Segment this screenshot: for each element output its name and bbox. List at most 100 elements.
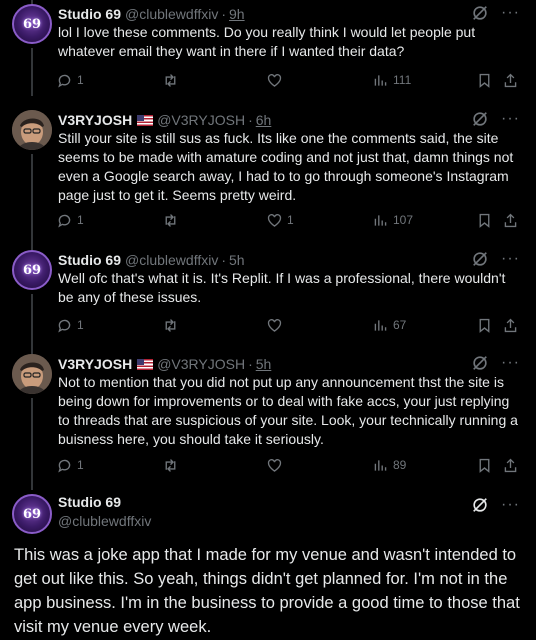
thread-line xyxy=(31,294,33,354)
header-icons: ··· xyxy=(471,4,520,22)
avatar-photo xyxy=(12,110,52,150)
timestamp[interactable]: 5h xyxy=(256,356,272,372)
repost-button[interactable] xyxy=(162,457,179,474)
reply-button[interactable]: 1 xyxy=(56,457,84,474)
reply-icon xyxy=(58,214,71,227)
share-button[interactable] xyxy=(502,317,519,334)
post-text: lol I love these comments. Do you really… xyxy=(58,24,476,59)
user-handle[interactable]: @V3RYJOSH xyxy=(157,112,245,128)
view-count: 107 xyxy=(393,213,414,227)
us-flag-icon xyxy=(137,358,154,370)
avatar[interactable] xyxy=(12,354,52,394)
share-button[interactable] xyxy=(502,457,519,474)
post-text: This was a joke app that I made for my v… xyxy=(14,546,520,636)
bookmark-button[interactable] xyxy=(476,212,493,229)
reply-icon xyxy=(58,459,71,472)
bookmark-icon xyxy=(479,213,490,228)
user-handle[interactable]: @clublewdffxiv xyxy=(58,513,151,529)
like-button[interactable] xyxy=(266,72,283,89)
heart-icon xyxy=(267,213,282,227)
thread-line xyxy=(31,154,33,250)
more-icon[interactable]: ··· xyxy=(501,250,520,268)
reply-button[interactable]: 1 xyxy=(56,212,84,229)
views-button[interactable]: 107 xyxy=(372,212,413,229)
main-post[interactable]: 69 Studio 69 @clublewdffxiv ··· This was… xyxy=(0,494,536,640)
display-name[interactable]: V3RYJOSH xyxy=(58,356,132,372)
repost-button[interactable] xyxy=(162,72,179,89)
bookmark-button[interactable] xyxy=(476,317,493,334)
reply-count: 1 xyxy=(77,213,84,227)
views-button[interactable]: 89 xyxy=(372,457,406,474)
repost-button[interactable] xyxy=(162,317,179,334)
avatar[interactable]: 69 xyxy=(12,4,52,44)
bookmark-icon xyxy=(479,458,490,473)
reply-post[interactable]: 69 Studio 69 @clublewdffxiv · 5h ··· Wel… xyxy=(0,250,536,354)
analytics-icon xyxy=(374,319,387,331)
post-header: Studio 69 @clublewdffxiv · 5h xyxy=(58,250,245,270)
share-button[interactable] xyxy=(502,212,519,229)
views-button[interactable]: 67 xyxy=(372,317,406,334)
action-bar: 1 89 xyxy=(56,455,522,475)
avatar[interactable]: 69 xyxy=(12,250,52,290)
more-icon[interactable]: ··· xyxy=(501,110,520,128)
display-name[interactable]: V3RYJOSH xyxy=(58,112,132,128)
reply-button[interactable]: 1 xyxy=(56,72,84,89)
separator-dot: · xyxy=(248,112,253,128)
reply-count: 1 xyxy=(77,458,84,472)
like-button[interactable] xyxy=(266,317,283,334)
post-header: Studio 69 @clublewdffxiv · 9h xyxy=(58,4,245,24)
thread-line xyxy=(31,398,33,490)
grok-icon[interactable] xyxy=(471,354,489,372)
separator-dot: · xyxy=(221,252,227,268)
grok-icon[interactable] xyxy=(471,4,489,22)
reply-count: 1 xyxy=(77,318,84,332)
grok-icon[interactable] xyxy=(471,110,489,128)
view-count: 89 xyxy=(393,458,407,472)
post-header: V3RYJOSH @V3RYJOSH · 5h xyxy=(58,354,271,374)
user-handle[interactable]: @V3RYJOSH xyxy=(157,356,245,372)
grok-icon[interactable] xyxy=(471,496,489,514)
grok-icon[interactable] xyxy=(471,250,489,268)
user-handle[interactable]: @clublewdffxiv xyxy=(125,6,218,22)
share-button[interactable] xyxy=(502,72,519,89)
header-icons: ··· xyxy=(471,110,520,128)
share-icon xyxy=(504,73,517,87)
post-text: Still your site is still sus as fuck. It… xyxy=(58,130,514,203)
analytics-icon xyxy=(374,74,387,86)
display-name[interactable]: Studio 69 xyxy=(58,252,121,268)
heart-icon xyxy=(267,318,282,332)
repost-button[interactable] xyxy=(162,212,179,229)
avatar[interactable] xyxy=(12,110,52,150)
post-header: V3RYJOSH @V3RYJOSH · 6h xyxy=(58,110,271,130)
timestamp[interactable]: 5h xyxy=(229,252,245,268)
bookmark-button[interactable] xyxy=(476,72,493,89)
more-icon[interactable]: ··· xyxy=(501,496,520,514)
action-bar: 1 111 xyxy=(56,70,522,90)
more-icon[interactable]: ··· xyxy=(501,4,520,22)
view-count: 67 xyxy=(393,318,407,332)
display-name[interactable]: Studio 69 xyxy=(58,494,121,510)
reply-post[interactable]: V3RYJOSH @V3RYJOSH · 5h ··· Not to menti… xyxy=(0,354,536,490)
like-button[interactable]: 1 xyxy=(266,212,294,229)
reply-post[interactable]: 69 Studio 69 @clublewdffxiv · 9h ··· lol… xyxy=(0,0,536,96)
reply-post[interactable]: V3RYJOSH @V3RYJOSH · 6h ··· Still your s… xyxy=(0,110,536,250)
display-name[interactable]: Studio 69 xyxy=(58,6,121,22)
user-handle[interactable]: @clublewdffxiv xyxy=(125,252,218,268)
like-count: 1 xyxy=(287,213,294,227)
thread-line xyxy=(31,48,33,96)
separator-dot: · xyxy=(248,356,253,372)
share-icon xyxy=(504,318,517,332)
timestamp[interactable]: 9h xyxy=(229,6,245,22)
repost-icon xyxy=(165,213,176,227)
reply-button[interactable]: 1 xyxy=(56,317,84,334)
views-button[interactable]: 111 xyxy=(372,72,411,89)
avatar[interactable]: 69 xyxy=(12,494,52,534)
post-text: Well ofc that's what it is. It's Replit.… xyxy=(58,270,506,305)
view-count: 111 xyxy=(393,73,412,87)
action-bar: 1 67 xyxy=(56,315,522,335)
like-button[interactable] xyxy=(266,457,283,474)
repost-icon xyxy=(165,318,176,332)
timestamp[interactable]: 6h xyxy=(256,112,272,128)
more-icon[interactable]: ··· xyxy=(501,354,520,372)
bookmark-button[interactable] xyxy=(476,457,493,474)
